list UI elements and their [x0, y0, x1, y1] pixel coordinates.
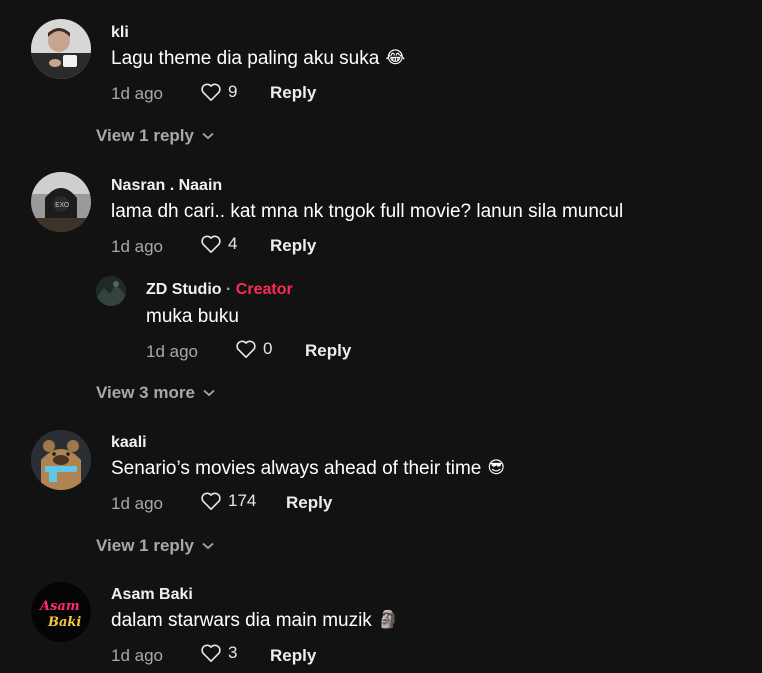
- comment-username[interactable]: Nasran . Naain: [111, 177, 222, 195]
- comment-username[interactable]: Asam Baki: [111, 586, 193, 604]
- reply-username[interactable]: ZD Studio · Creator: [146, 281, 293, 299]
- view-replies-button[interactable]: View 1 reply: [96, 536, 214, 556]
- reply-timestamp: 1d ago: [146, 342, 198, 361]
- comment-text: Lagu theme dia paling aku suka 😂: [111, 48, 405, 70]
- svg-text:EXO: EXO: [55, 201, 70, 209]
- moai-emoji-icon: 🗿: [377, 610, 399, 629]
- view-replies-button[interactable]: View 1 reply: [96, 126, 214, 146]
- username-separator: ·: [226, 281, 232, 298]
- comment-text-content: lama dh cari.. kat mna nk tngok full mov…: [111, 201, 624, 222]
- reply-button[interactable]: Reply: [305, 341, 351, 361]
- comment-text-content: Lagu theme dia paling aku suka: [111, 48, 380, 69]
- comment-text-content: dalam starwars dia main muzik: [111, 610, 372, 631]
- like-count: 174: [228, 491, 257, 510]
- sunglasses-emoji-icon: 😎: [487, 458, 506, 477]
- reply-button[interactable]: Reply: [286, 493, 332, 513]
- avatar-logo-text: Baki: [47, 615, 81, 630]
- chevron-down-icon: [203, 389, 215, 397]
- avatar[interactable]: [31, 19, 91, 79]
- like-button[interactable]: 174: [200, 491, 256, 511]
- heart-outline-icon: [201, 492, 221, 510]
- avatar-image: EXO: [31, 172, 91, 232]
- heart-outline-icon: [201, 235, 221, 253]
- like-button[interactable]: 4: [200, 234, 237, 254]
- avatar-image: [96, 276, 126, 306]
- view-replies-label: View 1 reply: [96, 126, 194, 145]
- like-count: 3: [228, 643, 238, 662]
- comment-timestamp: 1d ago: [111, 494, 163, 513]
- creator-badge: Creator: [235, 281, 293, 298]
- avatar[interactable]: [96, 276, 126, 306]
- chevron-down-icon: [202, 132, 214, 140]
- reply-username-label: ZD Studio: [146, 281, 222, 298]
- avatar-logo-text: Asam: [38, 599, 80, 614]
- view-replies-label: View 3 more: [96, 383, 195, 402]
- avatar[interactable]: [31, 430, 91, 490]
- comment-text: dalam starwars dia main muzik 🗿: [111, 610, 399, 632]
- like-button[interactable]: 0: [235, 339, 272, 359]
- comment-timestamp: 1d ago: [111, 646, 163, 665]
- chevron-down-icon: [202, 542, 214, 550]
- like-count: 9: [228, 82, 238, 101]
- comment-timestamp: 1d ago: [111, 237, 163, 256]
- comment-text: Senario’s movies always ahead of their t…: [111, 458, 505, 480]
- like-count: 4: [228, 234, 238, 253]
- heart-outline-icon: [201, 83, 221, 101]
- comment-username[interactable]: kaali: [111, 434, 147, 452]
- avatar-image: [31, 430, 91, 490]
- like-count: 0: [263, 339, 273, 358]
- reply-button[interactable]: Reply: [270, 236, 316, 256]
- avatar[interactable]: EXO: [31, 172, 91, 232]
- heart-outline-icon: [236, 340, 256, 358]
- avatar-image: [31, 19, 91, 79]
- view-replies-label: View 1 reply: [96, 536, 194, 555]
- avatar[interactable]: Asam Baki: [31, 582, 91, 642]
- laughing-emoji-icon: 😂: [385, 48, 406, 67]
- like-button[interactable]: 9: [200, 82, 237, 102]
- heart-outline-icon: [201, 644, 221, 662]
- reply-button[interactable]: Reply: [270, 83, 316, 103]
- comment-username[interactable]: kli: [111, 24, 129, 42]
- avatar-image: Asam Baki: [31, 582, 91, 642]
- reply-text: muka buku: [146, 306, 239, 327]
- like-button[interactable]: 3: [200, 643, 237, 663]
- comment-text: lama dh cari.. kat mna nk tngok full mov…: [111, 201, 623, 223]
- reply-button[interactable]: Reply: [270, 646, 316, 666]
- comment-text-content: Senario’s movies always ahead of their t…: [111, 458, 482, 479]
- view-more-replies-button[interactable]: View 3 more: [96, 383, 215, 403]
- comment-timestamp: 1d ago: [111, 84, 163, 103]
